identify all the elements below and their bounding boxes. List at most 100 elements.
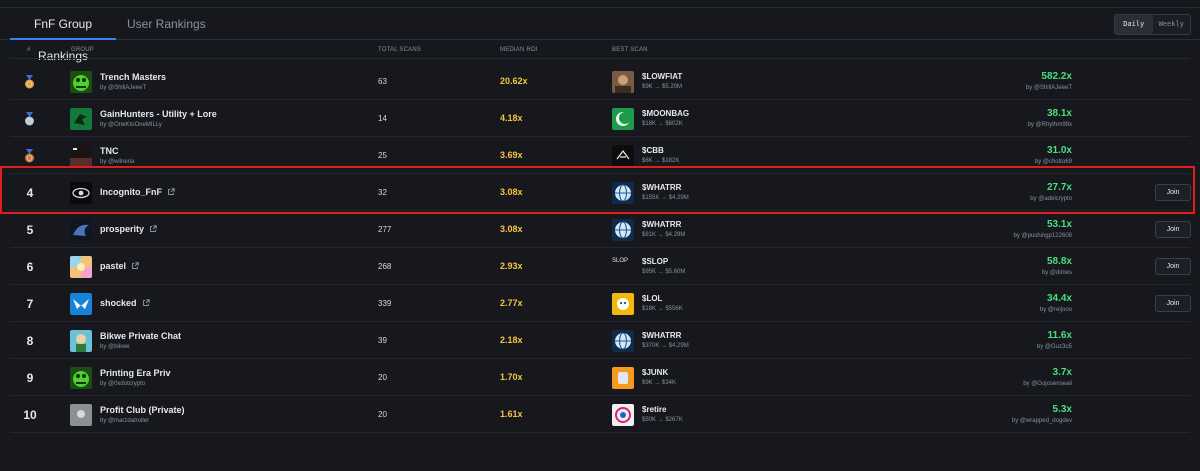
group-owner: by @wilneria [100,158,135,165]
group-avatar [70,292,92,315]
external-link-icon[interactable] [142,298,150,309]
best-scan-caller: by @ShillAJeeeT [1025,84,1072,91]
group-name-text: prosperity [100,223,145,234]
external-link-icon[interactable] [167,187,175,198]
group-name: Printing Era Priv [100,368,171,378]
median-roi-value: 3.08x [500,223,523,234]
table-row[interactable]: TNC by @wilneria 25 3.69x $CBB $6K → $182K 31.… [10,137,1190,174]
group-owner: by @bikwe [100,343,130,350]
table-row[interactable]: 5 prosperity 277 3.08x $WHATRR $81K → $4.29M 5… [10,211,1191,248]
group-name-text: GainHunters - Utility + Lore [100,108,217,119]
external-link-icon[interactable] [131,261,139,272]
group-name: GainHunters - Utility + Lore [100,109,217,119]
group-avatar [70,70,92,93]
weekly-toggle-button[interactable]: Weekly [1153,15,1191,34]
group-name: Profit Club (Private) [100,405,185,415]
best-scan-multiplier: 5.3x [1052,403,1072,415]
median-roi-value: 20.62x [500,75,528,86]
table-row[interactable]: GainHunters - Utility + Lore by @OneKtoOn… [10,100,1190,137]
table-row[interactable]: 10 Profit Club (Private) by @marzdatroller… [10,396,1190,433]
best-scan-marketcap: $50K → $267K [642,416,683,423]
group-name[interactable]: shocked [100,298,150,309]
total-scans-value: 39 [378,335,387,345]
best-scan-token-icon [612,218,634,241]
best-scan-caller: by @pushingp122608 [1013,232,1072,239]
best-scan-multiplier: 3.7x [1052,366,1072,378]
best-scan-ticker: $LOWFIAT [642,71,683,81]
rank-number: 6 [26,259,34,274]
group-name-text: Trench Masters [100,71,167,82]
group-name: Bikwe Private Chat [100,331,181,341]
best-scan-token-icon: SLOP [612,255,634,278]
best-scan-marketcap: $95K → $5.60M [642,268,686,275]
best-scan-token-icon [612,366,634,389]
rank-number: 9 [26,370,34,385]
best-scan-ticker: $WHATRR [642,182,682,192]
total-scans-value: 277 [378,224,392,234]
bronze-medal-icon [24,148,35,163]
best-scan-marketcap: $6K → $182K [642,157,680,164]
median-roi-value: 3.69x [500,149,523,160]
daily-toggle-button[interactable]: Daily [1115,15,1153,34]
table-row[interactable]: 4 Incognito_FnF 32 3.08x $WHATRR $155K → $4.2… [10,174,1191,211]
slop-thumb-alt: SLOP [612,255,634,278]
column-header-total-scans: TOTAL SCANS [378,47,422,53]
median-roi-value: 1.61x [500,408,523,419]
best-scan-token-icon [612,70,634,93]
table-row[interactable]: 6 pastel 268 2.93x SLOP $SLOP $95K → $5.60M 58.… [10,248,1191,285]
best-scan-caller: by @adelcrypto [1030,195,1072,202]
best-scan-ticker: $retire [642,404,667,414]
group-name-text: TNC [100,145,119,156]
group-avatar [70,255,92,278]
best-scan-multiplier: 53.1x [1046,218,1072,230]
median-roi-value: 1.70x [500,371,523,382]
total-scans-value: 32 [378,187,387,197]
best-scan-marketcap: $18K → $602K [642,120,683,127]
join-button[interactable]: Join [1155,257,1191,275]
best-scan-multiplier: 31.0x [1046,144,1072,156]
gold-medal-icon [24,74,35,89]
group-owner: by @ShillAJeeeT [100,84,147,91]
external-link-icon[interactable] [149,224,157,235]
best-scan-caller: by @Guz3o5 [1036,343,1072,350]
total-scans-value: 63 [378,76,387,86]
total-scans-value: 20 [378,409,387,419]
group-name-text: pastel [100,260,127,271]
best-scan-caller: by @reljooo [1039,306,1072,313]
rank-number: 10 [23,407,37,422]
join-button[interactable]: Join [1155,294,1191,312]
table-row[interactable]: 9 Printing Era Priv by @0xdotcrypto 20 1.70x… [10,359,1190,396]
median-roi-value: 4.18x [500,112,523,123]
best-scan-ticker: $WHATRR [642,219,682,229]
tab-fnf-group-rankings[interactable]: FnF Group Rankings [10,8,116,63]
total-scans-value: 25 [378,150,387,160]
table-row[interactable]: 8 Bikwe Private Chat by @bikwe 39 2.18x $WHAT… [10,322,1190,359]
best-scan-token-icon [612,292,634,315]
best-scan-marketcap: $155K → $4.29M [642,194,689,201]
group-name[interactable]: prosperity [100,224,157,235]
join-button[interactable]: Join [1155,220,1191,238]
join-button[interactable]: Join [1155,183,1191,201]
best-scan-caller: by @chotto69 [1034,158,1072,165]
group-name[interactable]: Incognito_FnF [100,187,175,198]
best-scan-ticker: $WHATRR [642,330,682,340]
total-scans-value: 339 [378,298,392,308]
group-name-text: shocked [100,297,137,308]
group-name: TNC [100,146,119,156]
median-roi-value: 2.93x [500,260,523,271]
best-scan-multiplier: 34.4x [1046,292,1072,304]
table-row[interactable]: Trench Masters by @ShillAJeeeT 63 20.62x $LO… [10,63,1190,100]
group-avatar [70,329,92,352]
tab-user-rankings[interactable]: User Rankings [127,8,206,40]
total-scans-value: 14 [378,113,387,123]
best-scan-ticker: $JUNK [642,367,669,377]
best-scan-multiplier: 58.8x [1046,255,1072,267]
group-avatar [70,144,92,167]
group-name: Trench Masters [100,72,166,82]
table-row[interactable]: 7 shocked 339 2.77x $LOL $18K → $556K 34.4x by … [10,285,1191,322]
best-scan-multiplier: 27.7x [1046,181,1072,193]
group-avatar [70,181,92,204]
group-name[interactable]: pastel [100,261,139,272]
column-header-median-roi: MEDIAN ROI [500,47,538,53]
column-header-best-scan: BEST SCAN [612,47,648,53]
